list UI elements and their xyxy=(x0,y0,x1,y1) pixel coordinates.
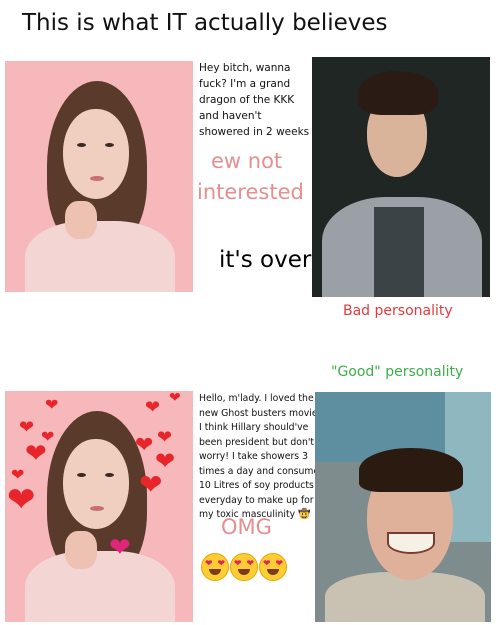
heart-icon: ❤ xyxy=(25,439,47,469)
verdict-text: it's over xyxy=(219,247,312,273)
heart-icon: ❤ xyxy=(157,427,173,448)
woman-photo-bottom: ❤ ❤ ❤ ❤ ❤ ❤ ❤ ❤ ❤ ❤ ❤ ❤ ❤ xyxy=(5,391,193,622)
bad-personality-label: Bad personality xyxy=(343,303,453,319)
heart-icon: ❤ xyxy=(45,395,59,414)
heart-icon: ❤ xyxy=(169,391,181,406)
cowboy-emoji-icon: 🤠 xyxy=(298,509,311,520)
good-personality-label: "Good" personality xyxy=(331,364,464,380)
bottom-message: Hello, m'lady. I loved the new Ghost bus… xyxy=(199,393,322,520)
bottom-reply: OMG xyxy=(221,515,272,539)
meme-title: This is what IT actually believes xyxy=(22,10,388,36)
top-reply: ew not xyxy=(211,149,283,173)
heart-eyes-emoji-icon: ❤ ❤ xyxy=(230,553,258,581)
heart-eyes-emoji-icon: ❤ ❤ xyxy=(259,553,287,581)
heart-icon: ❤ xyxy=(135,433,154,458)
heart-icon: ❤ xyxy=(19,417,35,438)
top-reply-line2: interested xyxy=(197,180,304,204)
heart-eyes-emoji-icon: ❤ ❤ xyxy=(201,553,229,581)
top-message: Hey bitch, wanna fuck? I'm a grand drago… xyxy=(199,62,310,138)
cupid-heart-icon: ❤ xyxy=(109,533,131,563)
woman-photo-top xyxy=(5,61,193,292)
heart-icon: ❤ xyxy=(7,480,36,520)
heart-icon: ❤ xyxy=(139,468,163,501)
man-photo xyxy=(312,57,490,297)
heart-icon: ❤ xyxy=(145,397,161,418)
kid-photo xyxy=(315,392,491,622)
